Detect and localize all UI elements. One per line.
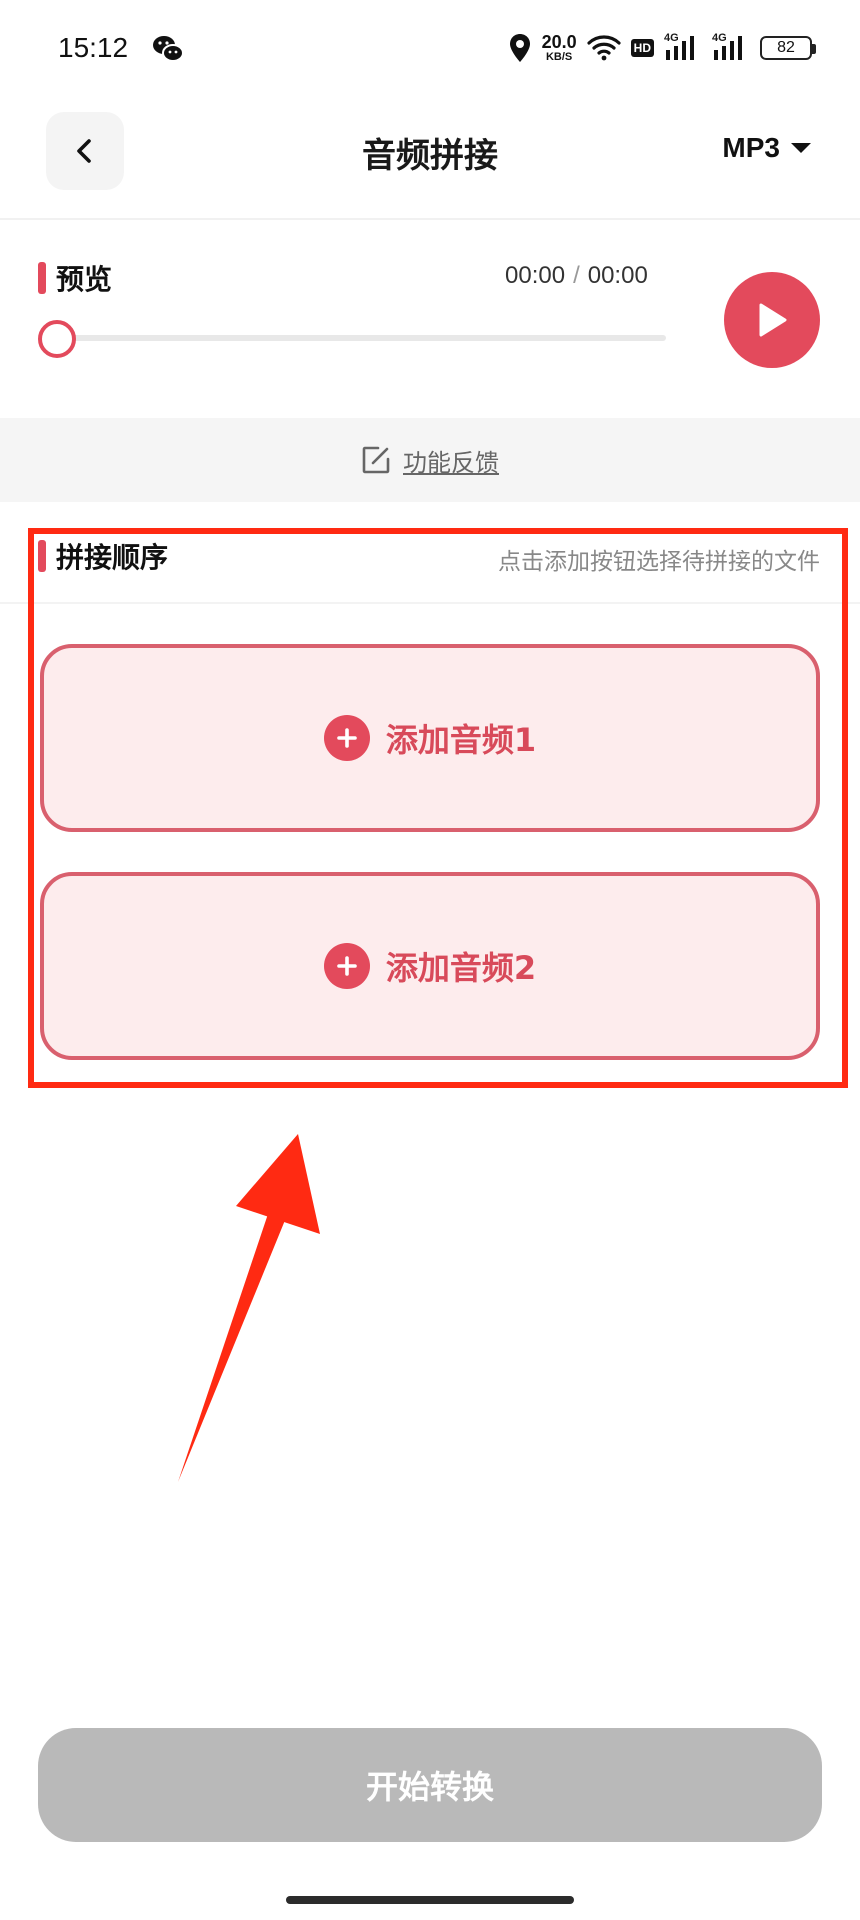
plus-circle-icon xyxy=(323,943,370,989)
add-audio-2-label: 添加音频2 xyxy=(385,949,537,987)
add-audio-2-button[interactable]: 添加音频2 xyxy=(40,872,820,1060)
app-header: 音频拼接 MP3 xyxy=(0,100,860,218)
annotation-arrow-icon xyxy=(178,1134,320,1482)
home-indicator xyxy=(286,1896,574,1904)
format-dropdown[interactable]: MP3 xyxy=(722,132,812,164)
status-indicators: 20.0 KB/S HD 4G 4G 82 xyxy=(508,30,816,66)
plus-circle-icon xyxy=(323,715,370,761)
signal-icon: 4G xyxy=(664,32,702,62)
section-marker xyxy=(38,262,46,294)
network-speed-unit: KB/S xyxy=(545,51,573,63)
total-time: 00:00 xyxy=(587,262,648,289)
time-display: 00:00 / 00:00 xyxy=(505,262,648,290)
status-bar: 15:12 20.0 KB/S HD 4G 4G 82 xyxy=(0,0,860,100)
feedback-label: 功能反馈 xyxy=(403,448,499,477)
battery-level: 82 xyxy=(777,39,795,56)
play-button[interactable] xyxy=(724,272,820,368)
order-hint: 点击添加按钮选择待拼接的文件 xyxy=(498,549,820,575)
order-section-header: 拼接顺序 点击添加按钮选择待拼接的文件 xyxy=(0,520,860,604)
wechat-icon xyxy=(153,36,184,62)
status-time: 15:12 xyxy=(58,32,129,63)
format-selected: MP3 xyxy=(722,132,780,163)
network-speed-value: 20.0 xyxy=(541,32,577,52)
order-divider xyxy=(0,602,860,604)
section-marker xyxy=(38,540,46,572)
preview-heading: 预览 xyxy=(38,258,112,298)
play-icon xyxy=(759,303,787,337)
progress-slider-thumb[interactable] xyxy=(38,320,76,358)
signal-icon: 4G xyxy=(712,32,750,62)
location-icon xyxy=(509,34,530,62)
preview-label: 预览 xyxy=(56,263,113,296)
feedback-link[interactable]: 功能反馈 xyxy=(0,418,860,502)
add-audio-1-label: 添加音频1 xyxy=(385,721,537,759)
edit-icon xyxy=(362,446,390,474)
caret-down-icon xyxy=(791,143,811,153)
progress-slider[interactable] xyxy=(56,335,666,341)
order-heading: 拼接顺序 xyxy=(38,536,168,576)
time-separator: / xyxy=(573,262,580,289)
audio-merge-screen: 15:12 20.0 KB/S HD 4G 4G 82 音频拼接 MP3 预览 … xyxy=(0,0,860,1920)
order-title: 拼接顺序 xyxy=(56,541,169,574)
hd-badge: HD xyxy=(630,39,654,57)
network-speed: 20.0 KB/S xyxy=(542,33,577,63)
start-conversion-button[interactable]: 开始转换 xyxy=(38,1728,822,1842)
wifi-icon xyxy=(587,35,621,61)
battery-icon: 82 xyxy=(760,36,816,60)
preview-section: 预览 00:00 / 00:00 xyxy=(0,220,860,420)
add-audio-1-button[interactable]: 添加音频1 xyxy=(40,644,820,832)
current-time: 00:00 xyxy=(505,262,566,289)
